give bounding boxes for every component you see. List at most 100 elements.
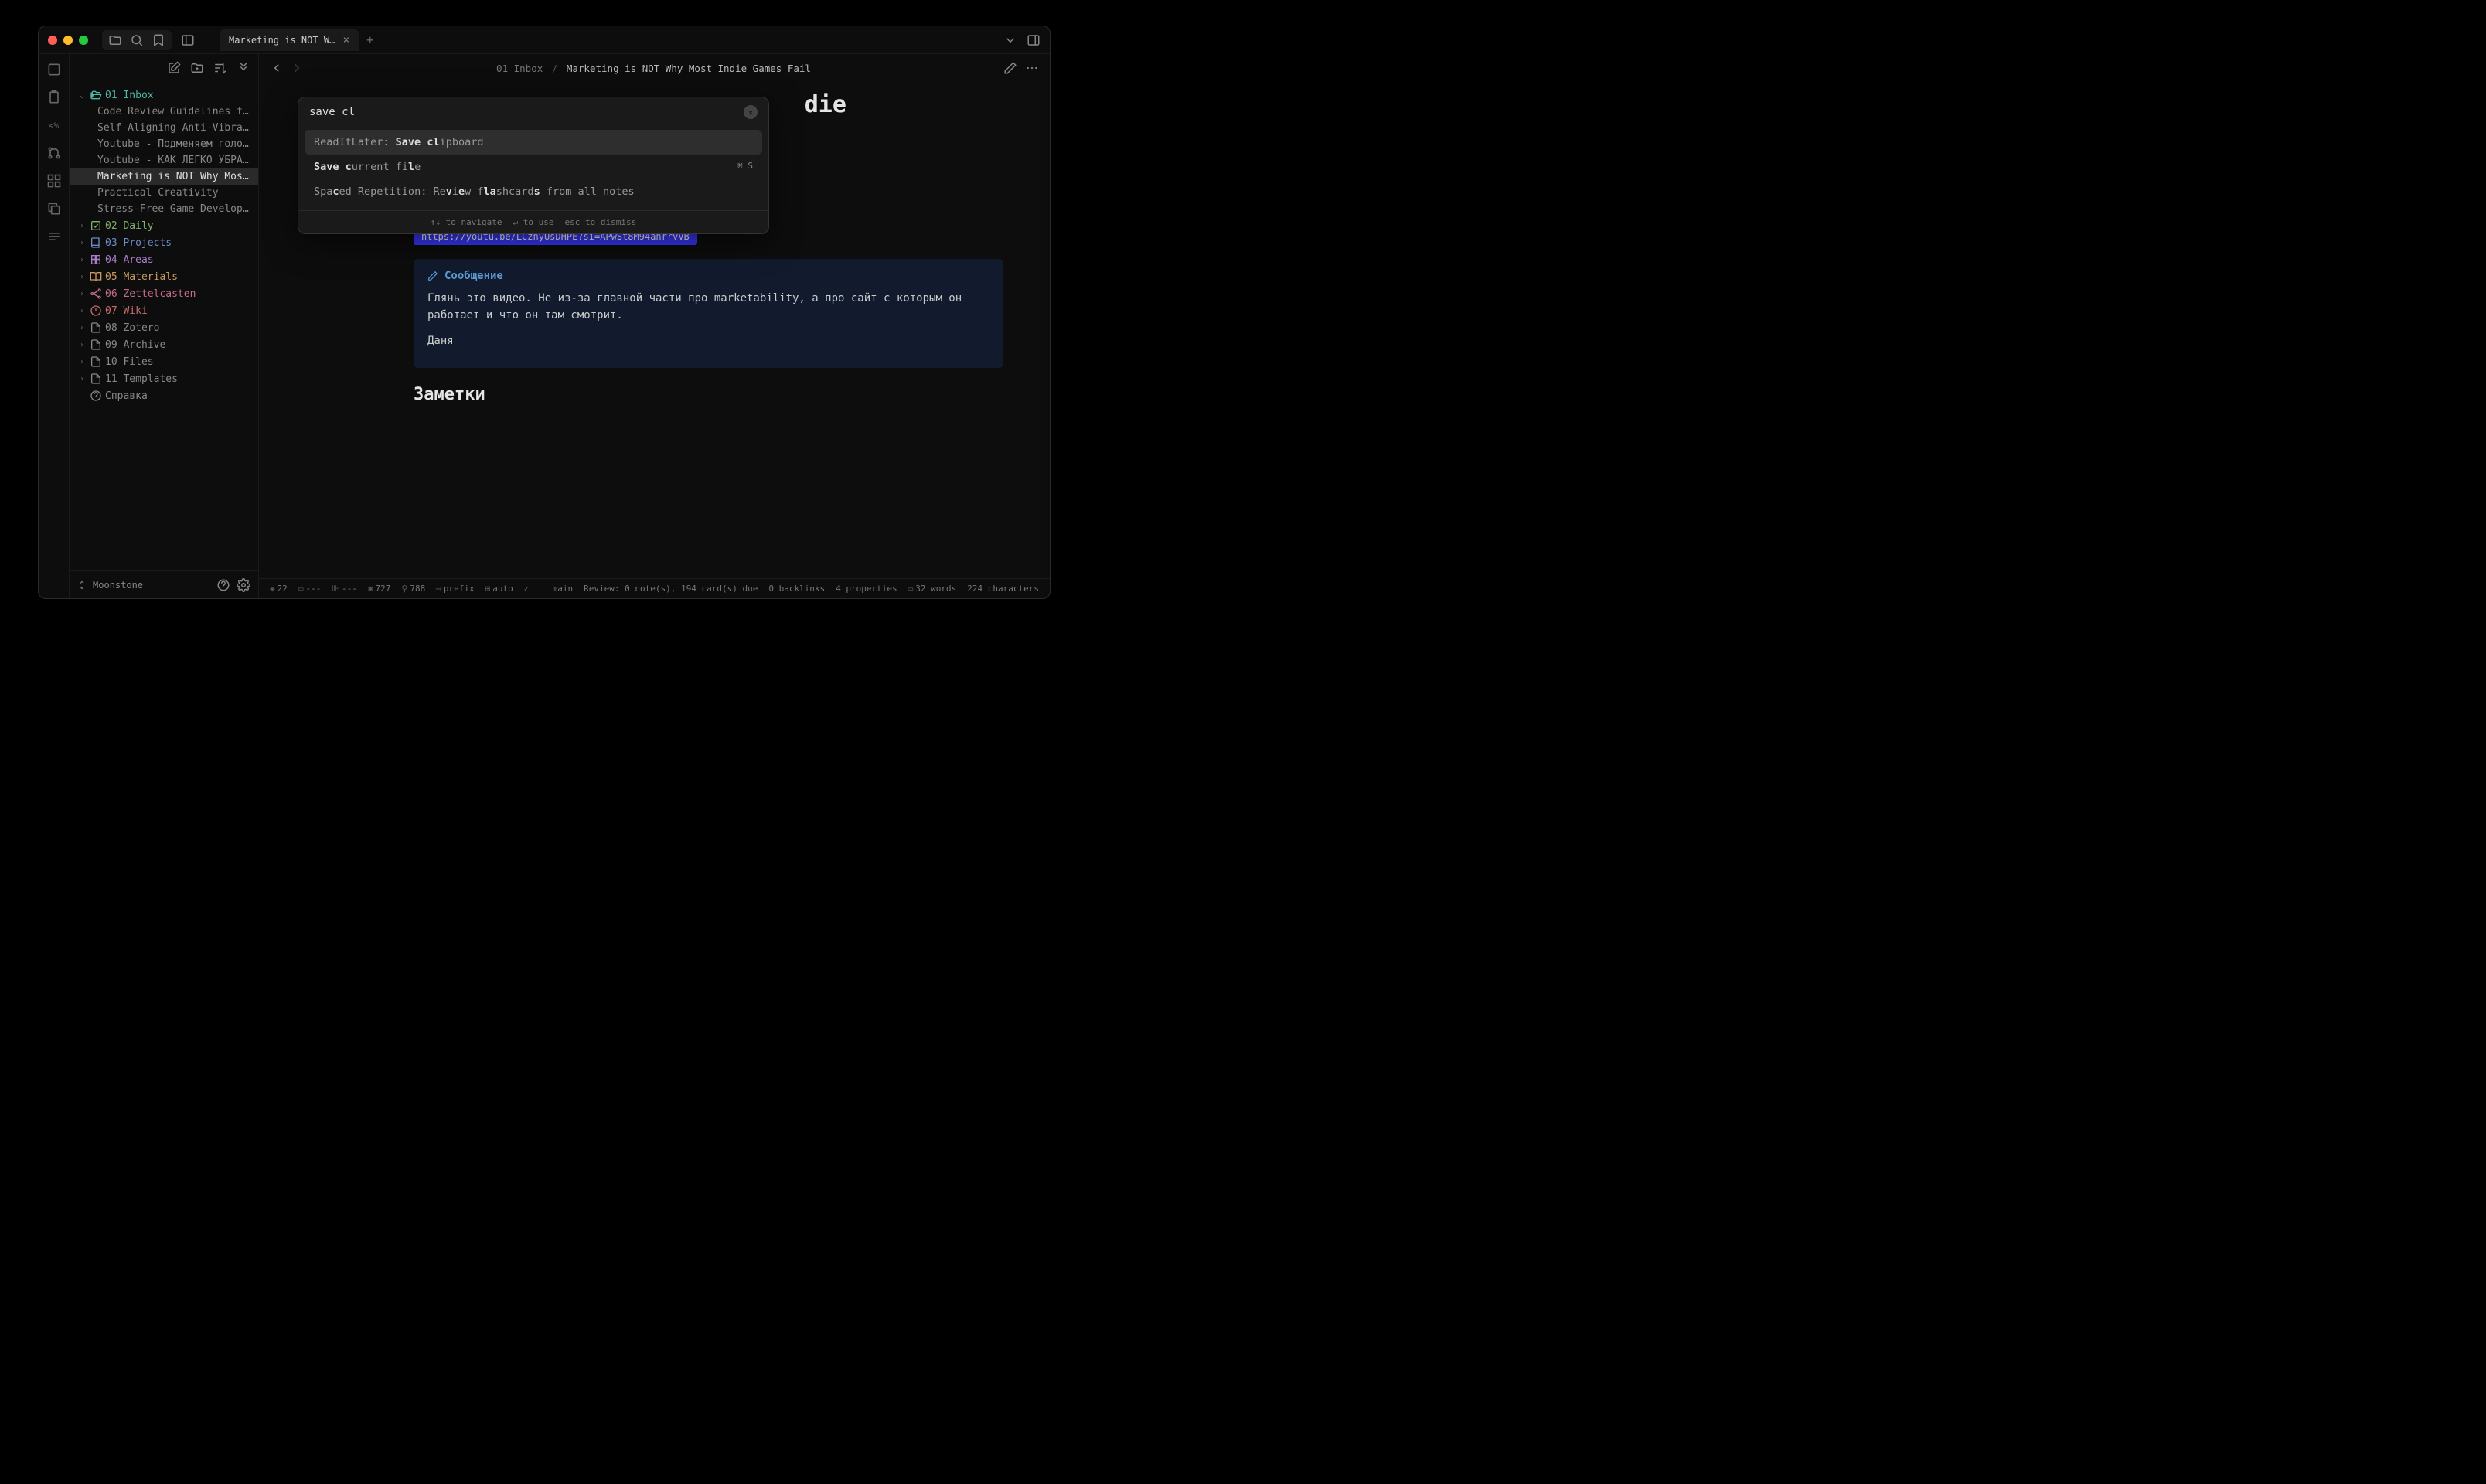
tree-folder-label: 09 Archive — [105, 339, 165, 351]
tree-folder[interactable]: › 02 Daily — [70, 217, 258, 234]
status-item[interactable]: 0 backlinks — [768, 584, 825, 594]
ribbon-copy-icon[interactable] — [46, 201, 62, 216]
ribbon: <% — [39, 54, 70, 598]
chevron-icon[interactable]: › — [77, 239, 87, 247]
status-item[interactable]: ⊞auto — [485, 584, 513, 594]
chevron-icon[interactable]: › — [77, 375, 87, 383]
tab-title: Marketing is NOT Wh… — [229, 35, 337, 46]
tree-folder-label: 08 Zotero — [105, 322, 159, 334]
network-icon — [90, 288, 102, 300]
status-item[interactable]: 4 properties — [836, 584, 897, 594]
help-icon — [90, 390, 102, 402]
tree-folder[interactable]: ›07 Wiki — [70, 302, 258, 319]
tree-folder[interactable]: ›06 Zettelcasten — [70, 285, 258, 302]
ribbon-files-icon[interactable] — [46, 62, 62, 77]
nav-back-icon[interactable] — [270, 61, 284, 75]
status-item[interactable]: ▭ 32 words — [908, 584, 957, 594]
tab[interactable]: Marketing is NOT Wh… × — [220, 29, 359, 51]
titlebar-right — [1003, 33, 1040, 47]
tree-file[interactable]: Youtube - Подменяем голос… — [70, 136, 258, 152]
vault-switch-icon[interactable] — [77, 578, 87, 592]
tree-file[interactable]: Practical Creativity — [70, 185, 258, 201]
status-item[interactable]: ✓ — [524, 584, 530, 594]
search-icon[interactable] — [130, 33, 144, 47]
palette-results: ReadItLater: Save clipboardSave current … — [298, 127, 768, 210]
tree-folder-label: 11 Templates — [105, 373, 178, 385]
more-icon[interactable] — [1025, 61, 1039, 75]
status-item[interactable]: ⟶prefix — [436, 584, 474, 594]
chevron-icon[interactable]: › — [77, 290, 87, 298]
status-item[interactable]: ✱727 — [368, 584, 391, 594]
help-icon[interactable] — [216, 578, 230, 592]
status-item[interactable]: main — [553, 584, 574, 594]
tree-file[interactable]: Marketing is NOT Why Most… — [70, 168, 258, 185]
chevron-down-icon[interactable] — [1003, 33, 1017, 47]
collapse-icon[interactable] — [237, 61, 250, 75]
folder-icon[interactable] — [108, 33, 122, 47]
status-item[interactable]: ◈22 — [270, 584, 288, 594]
status-item[interactable]: 224 characters — [967, 584, 1039, 594]
sort-icon[interactable] — [213, 61, 227, 75]
breadcrumb-current[interactable]: Marketing is NOT Why Most Indie Games Fa… — [567, 63, 811, 74]
tree-folder[interactable]: ⌄01 Inbox — [70, 87, 258, 104]
callout[interactable]: Сообщение Глянь это видео. Не из-за глав… — [414, 259, 1003, 368]
new-tab-button[interactable]: + — [366, 32, 374, 47]
window-maximize-button[interactable] — [79, 36, 88, 45]
tree-file-label: Youtube - КАК ЛЕГКО УБРАТ… — [97, 155, 252, 166]
status-item[interactable]: ⊪--- — [332, 584, 356, 594]
left-sidebar-toggle-icon[interactable] — [181, 33, 195, 47]
chevron-icon[interactable]: › — [77, 341, 87, 349]
ribbon-clipboard-icon[interactable] — [46, 90, 62, 105]
app-window: Marketing is NOT Wh… × + <% — [38, 26, 1051, 599]
tree-folder[interactable]: › 09 Archive — [70, 336, 258, 353]
tree-file[interactable]: Self-Aligning Anti-Vibrat… — [70, 120, 258, 136]
tree-file[interactable]: Stress-Free Game Developm… — [70, 201, 258, 217]
palette-hotkey: ⌘ S — [737, 161, 753, 173]
file-icon — [90, 373, 102, 385]
chevron-icon[interactable]: › — [77, 273, 87, 281]
chevron-icon[interactable]: › — [77, 222, 87, 230]
tree-folder[interactable]: › 10 Files — [70, 353, 258, 370]
tree-file[interactable]: Youtube - КАК ЛЕГКО УБРАТ… — [70, 152, 258, 168]
nav-forward-icon[interactable] — [290, 61, 304, 75]
chevron-icon[interactable]: › — [77, 324, 87, 332]
tree-folder-label: 02 Daily — [105, 220, 154, 232]
tree-folder-label: 10 Files — [105, 356, 154, 368]
tree-folder[interactable]: › 08 Zotero — [70, 319, 258, 336]
window-minimize-button[interactable] — [63, 36, 73, 45]
tree-folder[interactable]: ›05 Materials — [70, 268, 258, 285]
ribbon-grid-icon[interactable] — [46, 173, 62, 189]
new-note-icon[interactable] — [167, 61, 181, 75]
book-open-icon — [90, 271, 102, 283]
status-item[interactable]: Review: 0 note(s), 194 card(s) due — [584, 584, 758, 594]
tree-folder[interactable]: Справка — [70, 387, 258, 404]
ribbon-code-icon[interactable]: <% — [46, 117, 62, 133]
breadcrumb-parent[interactable]: 01 Inbox — [496, 63, 543, 74]
chevron-icon[interactable]: › — [77, 256, 87, 264]
heading-notes[interactable]: Заметки — [414, 385, 1003, 404]
ribbon-git-icon[interactable] — [46, 145, 62, 161]
tree-folder[interactable]: ›03 Projects — [70, 234, 258, 251]
breadcrumb[interactable]: 01 Inbox / Marketing is NOT Why Most Ind… — [312, 63, 996, 74]
ribbon-stack-icon[interactable] — [46, 229, 62, 244]
palette-input[interactable] — [309, 106, 736, 118]
palette-item[interactable]: ReadItLater: Save clipboard — [305, 130, 762, 155]
palette-clear-icon[interactable]: ✕ — [744, 105, 758, 119]
new-folder-icon[interactable] — [190, 61, 204, 75]
bookmark-icon[interactable] — [152, 33, 165, 47]
chevron-icon[interactable]: › — [77, 307, 87, 315]
tree-folder[interactable]: ›04 Areas — [70, 251, 258, 268]
chevron-icon[interactable]: › — [77, 358, 87, 366]
edit-mode-icon[interactable] — [1003, 61, 1017, 75]
chevron-icon[interactable]: ⌄ — [77, 91, 87, 100]
tab-close-icon[interactable]: × — [343, 34, 349, 46]
palette-item[interactable]: Save current file⌘ S — [305, 155, 762, 179]
right-sidebar-toggle-icon[interactable] — [1027, 33, 1040, 47]
status-item[interactable]: ⚲788 — [401, 584, 425, 594]
status-item[interactable]: ▭--- — [298, 584, 322, 594]
settings-icon[interactable] — [237, 578, 250, 592]
window-close-button[interactable] — [48, 36, 57, 45]
tree-folder[interactable]: › 11 Templates — [70, 370, 258, 387]
palette-item[interactable]: Spaced Repetition: Review flashcards fro… — [305, 179, 762, 204]
tree-file[interactable]: Code Review Guidelines fo… — [70, 104, 258, 120]
